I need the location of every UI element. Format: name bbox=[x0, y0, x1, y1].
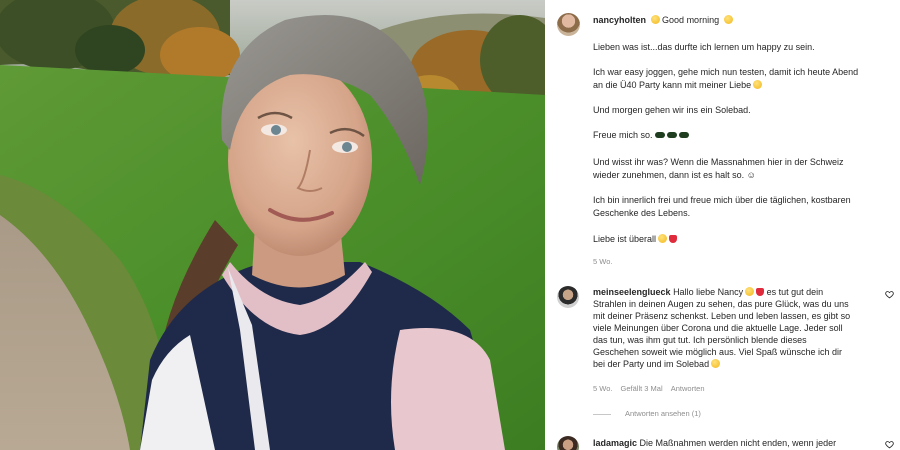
comment-likes[interactable]: Gefällt 3 Mal bbox=[621, 384, 663, 393]
post-username[interactable]: nancyholten bbox=[593, 15, 646, 25]
heart-outline-icon[interactable] bbox=[885, 290, 894, 299]
caption-line: Liebe ist überall bbox=[593, 233, 893, 245]
heart-outline-icon[interactable] bbox=[885, 440, 894, 449]
grin-emoji-icon bbox=[753, 80, 763, 89]
caption-line: Und wisst ihr was? Wenn die Massnahmen h… bbox=[593, 157, 844, 167]
avatar-nancyholten[interactable] bbox=[557, 13, 580, 36]
red-heart-emoji-icon bbox=[756, 288, 765, 296]
red-heart-emoji-icon bbox=[669, 235, 678, 243]
caption-line: an die Ü40 Party kann mit meiner Liebe bbox=[593, 79, 893, 91]
sunglasses-emoji-icon bbox=[654, 132, 665, 138]
comment-meta: 5 Wo. Gefällt 3 Mal Antworten bbox=[593, 384, 705, 393]
comment-line: mit deiner Präsenz schenkst. Leben und l… bbox=[593, 311, 851, 321]
comment-username[interactable]: ladamagic bbox=[593, 438, 637, 448]
comment-line: ladamagic Die Maßnahmen werden nicht end… bbox=[593, 438, 837, 448]
comment-reply-button[interactable]: Antworten bbox=[671, 384, 705, 393]
caption-header: nancyholten Good morning bbox=[593, 15, 733, 25]
comment-line: Geschehen soweit wie möglich aus. Viel S… bbox=[593, 347, 842, 357]
comment-username[interactable]: meinseelenglueck bbox=[593, 287, 671, 297]
view-replies-button[interactable]: Antworten ansehen (1) bbox=[625, 409, 701, 418]
heart-eyes-emoji-icon bbox=[658, 234, 668, 243]
comment-timestamp: 5 Wo. bbox=[593, 384, 613, 393]
caption-line: Lieben was ist...das durfte ich lernen u… bbox=[593, 42, 815, 52]
caption-line: Und morgen gehen wir ins ein Solebad. bbox=[593, 105, 751, 115]
replies-divider bbox=[593, 414, 611, 415]
avatar-meinseelenglueck[interactable] bbox=[557, 286, 579, 308]
instagram-post-view: nancyholten Good morning Lieben was ist.… bbox=[0, 0, 900, 450]
sun-emoji-icon bbox=[650, 15, 660, 24]
smile-emoji-icon bbox=[723, 15, 733, 24]
caption-line: wieder zunehmen, dann ist es halt so. ☺ bbox=[593, 170, 756, 180]
comment-line: das tun, was ihm gut tut. Ich persönlich… bbox=[593, 335, 807, 345]
post-photo[interactable] bbox=[0, 0, 545, 450]
caption-line: Ich bin innerlich frei und freue mich üb… bbox=[593, 195, 851, 205]
comment-line: bei der Party und im Solebad bbox=[593, 358, 893, 370]
photo-illustration bbox=[0, 0, 545, 450]
sunglasses-emoji-icon bbox=[666, 132, 677, 138]
caption-line: Ich war easy joggen, gehe mich nun teste… bbox=[593, 67, 859, 77]
caption-line: Freue mich so. bbox=[593, 129, 893, 141]
caption-greeting: Good morning bbox=[662, 15, 720, 25]
post-timestamp: 5 Wo. bbox=[593, 257, 613, 266]
caption-line: Geschenke des Lebens. bbox=[593, 208, 691, 218]
avatar-ladamagic[interactable] bbox=[557, 436, 579, 450]
comment-line: viele Meinungen über Corona und die aktu… bbox=[593, 323, 843, 333]
comment-line: meinseelenglueck Hallo liebe Nancy es tu… bbox=[593, 287, 824, 297]
heart-eyes-emoji-icon bbox=[745, 287, 755, 296]
sunglasses-emoji-icon bbox=[678, 132, 689, 138]
smile-emoji-icon bbox=[711, 359, 721, 368]
post-detail-panel: nancyholten Good morning Lieben was ist.… bbox=[545, 0, 900, 450]
comment-line: Strahlen in deinen Augen zu sehen, das p… bbox=[593, 299, 849, 309]
